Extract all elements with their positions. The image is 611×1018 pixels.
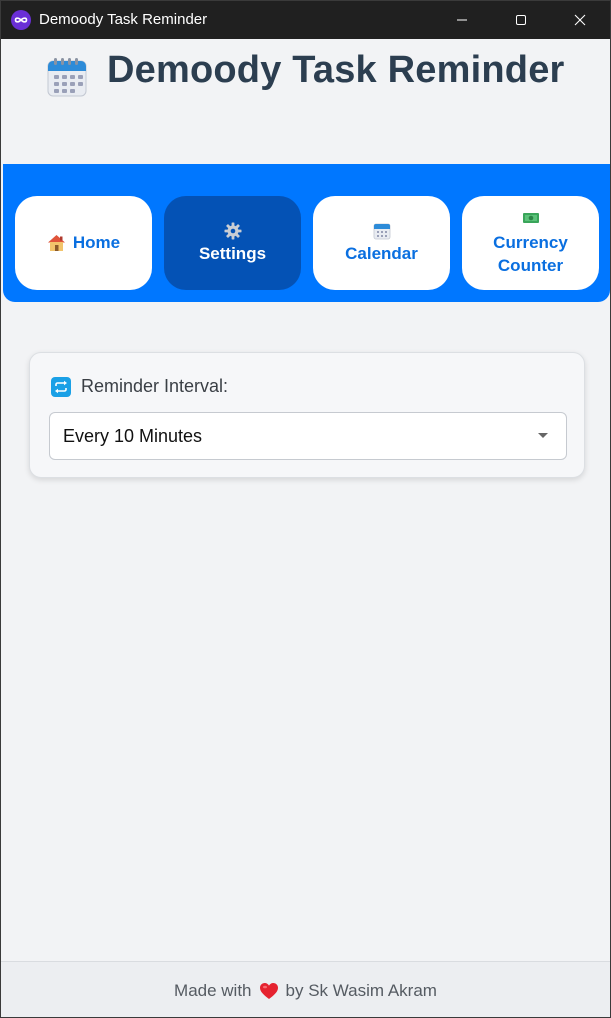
reminder-interval-value: Every 10 Minutes — [63, 426, 203, 446]
minimize-button[interactable] — [433, 1, 491, 39]
nav-home-button[interactable]: Home — [15, 196, 152, 290]
nav-settings-label: Settings — [198, 244, 267, 263]
settings-card: Reminder Interval: Every 10 Minutes — [29, 352, 585, 478]
calendar-icon — [373, 223, 390, 240]
nav-currency-label: Currency Counter — [493, 233, 568, 275]
money-icon — [522, 213, 539, 223]
reminder-interval-label: Reminder Interval: — [81, 376, 229, 396]
window-title: Demoody Task Reminder — [39, 11, 208, 28]
nav-currency-button[interactable]: Currency Counter — [462, 196, 599, 290]
close-icon — [574, 14, 586, 26]
infinity-icon — [11, 10, 31, 30]
reminder-label-row: Reminder Interval: — [51, 376, 228, 397]
maximize-icon — [516, 15, 526, 25]
repeat-icon — [51, 376, 71, 397]
nav-home-label: Home — [72, 233, 121, 252]
close-button[interactable] — [551, 1, 609, 39]
reminder-interval-select[interactable]: Every 10 Minutes — [49, 412, 567, 460]
title-bar[interactable]: Demoody Task Reminder — [1, 1, 610, 39]
nav-calendar-label: Calendar — [345, 244, 418, 263]
page-title: Demoody Task Reminder — [107, 49, 565, 91]
house-icon — [47, 235, 65, 251]
gear-icon — [224, 222, 241, 240]
heart-icon — [259, 982, 278, 999]
maximize-button[interactable] — [492, 1, 550, 39]
nav-calendar-button[interactable]: Calendar — [313, 196, 450, 290]
footer-suffix: by Sk Wasim Akram — [285, 980, 437, 1000]
nav-settings-button[interactable]: Settings — [164, 196, 301, 290]
calendar-icon — [47, 58, 87, 97]
footer: Made with by Sk Wasim Akram — [1, 961, 610, 1017]
footer-prefix: Made with — [174, 980, 252, 1000]
minimize-icon — [457, 19, 467, 21]
app-window: Demoody Task Reminder Demoody Task Remin… — [0, 0, 611, 1018]
nav-bar: Home Settings Calendar Currency Counter — [3, 164, 610, 302]
chevron-down-icon — [538, 433, 548, 438]
